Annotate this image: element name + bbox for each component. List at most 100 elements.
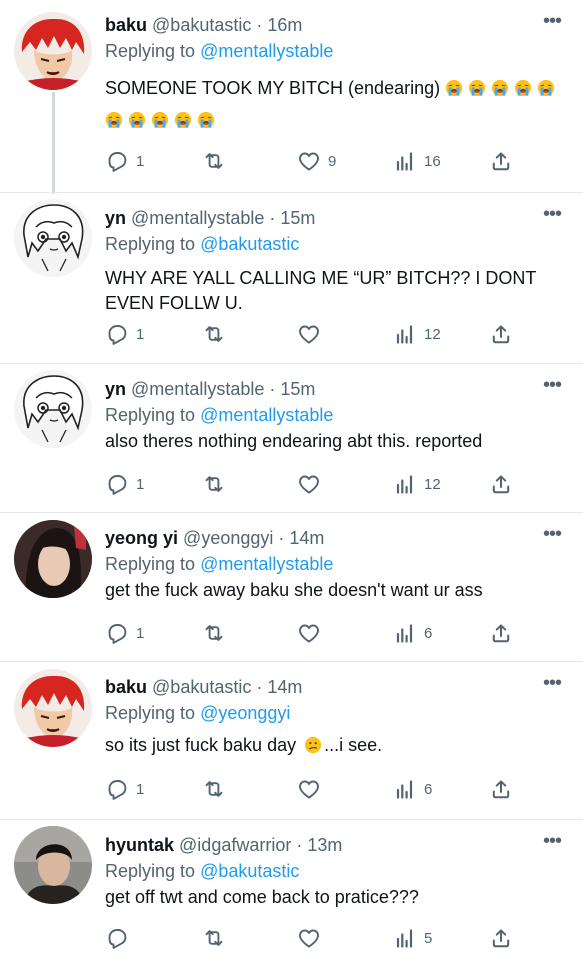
loudly-crying-face-emoji [445,79,463,97]
tweet-actions: 1 6 [0,775,583,803]
heart-icon [297,149,321,173]
more-horizontal-icon[interactable]: ••• [543,830,562,853]
user-handle[interactable]: @bakutastic [152,15,251,35]
replying-to-line: Replying to @mentallystable [105,403,333,427]
reply-count: 1 [136,780,145,798]
avatar[interactable] [14,199,92,277]
avatar[interactable] [14,520,92,598]
display-name[interactable]: yn [105,208,126,228]
user-handle[interactable]: @idgafwarrior [179,835,291,855]
share-button[interactable] [489,147,513,175]
display-name[interactable]: yn [105,379,126,399]
heart-icon [297,621,321,645]
heart-icon [297,472,321,496]
tweet[interactable]: yn @mentallystable · 15m ••• Replying to… [0,193,583,363]
loudly-crying-face-emoji [105,111,123,129]
timestamp[interactable]: 14m [289,528,324,548]
replying-to-line: Replying to @mentallystable [105,552,333,576]
retweet-button[interactable] [202,470,226,498]
mention-link[interactable]: @mentallystable [200,41,333,61]
avatar[interactable] [14,826,92,904]
views-count: 5 [424,929,433,947]
tweet[interactable]: yn @mentallystable · 15m ••• Replying to… [0,364,583,512]
views-button[interactable]: 12 [393,470,441,498]
like-button[interactable] [297,775,321,803]
timestamp[interactable]: 15m [280,379,315,399]
retweet-button[interactable] [202,147,226,175]
timestamp[interactable]: 15m [280,208,315,228]
retweet-icon [202,472,226,496]
retweet-button[interactable] [202,775,226,803]
mention-link[interactable]: @mentallystable [200,554,333,574]
like-button[interactable] [297,320,321,348]
tweet[interactable]: yeong yi @yeonggyi · 14m ••• Replying to… [0,513,583,661]
tweet[interactable]: baku @bakutastic · 16m ••• Replying to @… [0,0,583,192]
tweet-text-content: ...i see. [324,735,383,755]
retweet-icon [202,777,226,801]
reply-button[interactable]: 1 [105,320,144,348]
share-button[interactable] [489,320,513,348]
display-name[interactable]: baku [105,677,147,697]
views-button[interactable]: 6 [393,775,432,803]
tweet[interactable]: hyuntak @idgafwarrior · 13m ••• Replying… [0,820,583,960]
reply-button[interactable] [105,924,129,952]
tweet-header: hyuntak @idgafwarrior · 13m [105,833,342,857]
display-name[interactable]: baku [105,15,147,35]
retweet-icon [202,149,226,173]
loudly-crying-face-emoji [468,79,486,97]
like-button[interactable] [297,924,321,952]
like-button[interactable] [297,619,321,647]
reply-button[interactable]: 1 [105,619,144,647]
avatar[interactable] [14,370,92,448]
mention-link[interactable]: @mentallystable [200,405,333,425]
reply-button[interactable]: 1 [105,470,144,498]
separator-dot: · [256,15,263,35]
share-button[interactable] [489,470,513,498]
share-upload-icon [489,777,513,801]
like-button[interactable] [297,470,321,498]
mention-link[interactable]: @bakutastic [200,234,299,254]
reply-bubble-icon [105,322,129,346]
avatar[interactable] [14,12,92,90]
reply-button[interactable]: 1 [105,147,144,175]
views-button[interactable]: 5 [393,924,432,952]
views-button[interactable]: 12 [393,320,441,348]
more-horizontal-icon[interactable]: ••• [543,672,562,695]
tweet-text-content: SOMEONE TOOK MY BITCH (endearing) [105,78,441,98]
tweet-actions: 1 6 [0,619,583,647]
mention-link[interactable]: @yeonggyi [200,703,290,723]
display-name[interactable]: hyuntak [105,835,174,855]
user-handle[interactable]: @yeonggyi [183,528,273,548]
timestamp[interactable]: 16m [267,15,302,35]
avatar[interactable] [14,669,92,747]
more-horizontal-icon[interactable]: ••• [543,523,562,546]
tweet-actions: 1 12 [0,320,583,348]
share-upload-icon [489,472,513,496]
display-name[interactable]: yeong yi [105,528,178,548]
timestamp[interactable]: 14m [267,677,302,697]
views-button[interactable]: 6 [393,619,432,647]
retweet-button[interactable] [202,619,226,647]
separator-dot: · [269,379,276,399]
user-handle[interactable]: @bakutastic [152,677,251,697]
views-button[interactable]: 16 [393,147,441,175]
more-horizontal-icon[interactable]: ••• [543,10,562,33]
share-button[interactable] [489,924,513,952]
mention-link[interactable]: @bakutastic [200,861,299,881]
user-handle[interactable]: @mentallystable [131,379,264,399]
views-bar-icon [393,926,417,950]
more-horizontal-icon[interactable]: ••• [543,203,562,226]
share-button[interactable] [489,775,513,803]
views-count: 12 [424,325,441,343]
share-upload-icon [489,149,513,173]
tweet-actions: 1 12 [0,470,583,498]
user-handle[interactable]: @mentallystable [131,208,264,228]
more-horizontal-icon[interactable]: ••• [543,374,562,397]
like-button[interactable]: 9 [297,147,336,175]
timestamp[interactable]: 13m [307,835,342,855]
retweet-button[interactable] [202,320,226,348]
tweet[interactable]: baku @bakutastic · 14m ••• Replying to @… [0,662,583,819]
retweet-button[interactable] [202,924,226,952]
reply-button[interactable]: 1 [105,775,144,803]
share-button[interactable] [489,619,513,647]
